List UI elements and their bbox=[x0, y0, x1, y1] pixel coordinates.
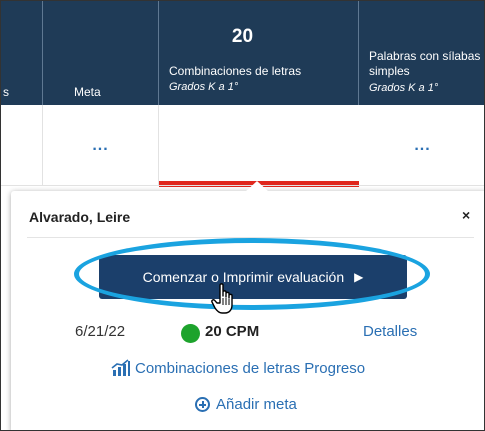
column-header-meta-label: Meta bbox=[74, 85, 101, 99]
score-status-dot bbox=[181, 324, 200, 343]
row-divider bbox=[1, 185, 484, 186]
popover-caret bbox=[245, 181, 269, 192]
column-header-simple-syllable-words[interactable]: Palabras con sílabas simples Grados K a … bbox=[359, 1, 484, 105]
column-header-letter-combinations-label: Combinaciones de letras bbox=[169, 64, 302, 78]
column-header-partial[interactable]: s bbox=[1, 1, 43, 105]
column-header-simple-syllable-words-label: Palabras con sílabas simples bbox=[369, 49, 481, 78]
result-score: 20 CPM bbox=[205, 323, 260, 340]
plus-circle-icon bbox=[195, 397, 210, 412]
progress-link-label: Combinaciones de letras Progreso bbox=[135, 359, 366, 377]
highlight-oval bbox=[74, 238, 430, 310]
meta-cell[interactable]: ... bbox=[43, 105, 159, 185]
close-icon[interactable]: × bbox=[462, 207, 470, 223]
next-score-cell[interactable]: ... bbox=[359, 105, 484, 185]
student-name: Alvarado, Leire bbox=[29, 209, 131, 225]
column-header-letter-combinations-grades: Grados K a 1° bbox=[169, 81, 239, 93]
column-header-simple-syllable-words-grades: Grados K a 1° bbox=[369, 82, 439, 94]
meta-cell-ellipsis: ... bbox=[92, 137, 109, 154]
column-header-partial-label: s bbox=[3, 85, 9, 99]
table-cell bbox=[1, 105, 43, 185]
add-goal-label: Añadir meta bbox=[216, 396, 297, 413]
next-score-cell-ellipsis: ... bbox=[414, 137, 431, 154]
student-popover: Alvarado, Leire × Comenzar o Imprimir ev… bbox=[11, 191, 484, 430]
bar-chart-trend-icon bbox=[111, 359, 130, 376]
column-header-meta[interactable]: Meta bbox=[43, 1, 159, 105]
app-frame: s Meta Combinaciones de letras Grados K … bbox=[0, 0, 485, 431]
hand-pointer-icon bbox=[211, 283, 233, 314]
column-header-letter-combinations[interactable]: Combinaciones de letras Grados K a 1° bbox=[159, 1, 359, 105]
details-link[interactable]: Detalles bbox=[363, 323, 417, 340]
add-goal-link[interactable]: Añadir meta bbox=[195, 396, 297, 413]
result-date: 6/21/22 bbox=[75, 323, 126, 340]
score-cell-value: 20 bbox=[231, 26, 254, 47]
progress-link[interactable]: Combinaciones de letras Progreso bbox=[111, 359, 365, 377]
